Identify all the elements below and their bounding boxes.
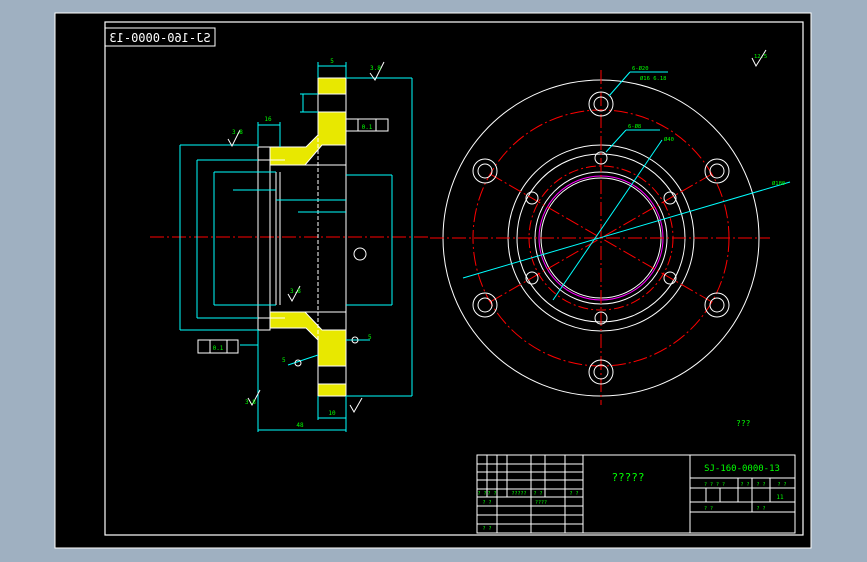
svg-text:? ?: ? ? xyxy=(740,482,749,488)
svg-text:? ?: ? ? xyxy=(777,482,786,488)
svg-text:? ?: ? ? xyxy=(487,491,496,497)
dim-side-a: 5 xyxy=(368,334,372,341)
svg-text:????: ???? xyxy=(535,500,547,506)
label-outer-diameter: Ø180 xyxy=(772,180,785,187)
dim-overall-length: 48 xyxy=(296,422,304,429)
roughness-inner: 3.8 xyxy=(290,288,301,295)
svg-text:? ?: ? ? xyxy=(482,500,491,506)
title-block-code: SJ-160-0000-13 xyxy=(704,464,780,474)
sheet-count: 11 xyxy=(776,494,784,501)
roughness-top: 3.8 xyxy=(370,65,381,72)
mirrored-code-box: SJ-160-0000-13 xyxy=(104,27,216,47)
svg-text:? ?: ? ? xyxy=(756,506,765,512)
svg-text:? ?: ? ? xyxy=(477,491,486,497)
dim-side-b: 5 xyxy=(282,357,286,364)
dim-lip-width: 16 xyxy=(264,116,272,123)
roughness-bottom: 3.8 xyxy=(245,399,256,406)
mirrored-drawing-code: SJ-160-0000-13 xyxy=(109,31,210,45)
roughness-left: 3.8 xyxy=(232,129,243,136)
label-outer-holes-counterbore: Ø16 6.18 xyxy=(640,75,667,82)
svg-text:? ?: ? ? xyxy=(569,491,578,497)
svg-text:? ?: ? ? xyxy=(704,506,713,512)
label-outer-holes: 6-Ø20 xyxy=(632,65,649,72)
svg-text:?????: ????? xyxy=(511,491,526,497)
svg-text:? ?: ? ? xyxy=(756,482,765,488)
svg-text:? ?: ? ? xyxy=(482,526,491,532)
upper-bolt-hole xyxy=(317,93,347,113)
dim-top-width: 5 xyxy=(330,58,334,65)
cad-drawing-canvas: SJ-160-0000-13 0.1 0.1 3.8 3.8 3.8 3.8 5… xyxy=(54,12,812,549)
corner-roughness-value: 12.5 xyxy=(754,54,767,60)
lower-bolt-hole xyxy=(317,365,347,385)
dim-flange-thickness: 10 xyxy=(328,410,336,417)
drawing-sheet xyxy=(55,13,811,548)
label-inner-holes: 6-Ø8 xyxy=(628,123,641,130)
tolerance-value-bottom: 0.1 xyxy=(213,345,224,352)
drawing-note: ??? xyxy=(736,419,751,428)
tolerance-value-top: 0.1 xyxy=(362,124,373,131)
svg-text:? ? ? ?: ? ? ? ? xyxy=(704,482,725,488)
title-block-name: ????? xyxy=(611,471,644,484)
label-inner-pitch: Ø40 xyxy=(664,136,674,143)
svg-text:? ?: ? ? xyxy=(533,491,542,497)
